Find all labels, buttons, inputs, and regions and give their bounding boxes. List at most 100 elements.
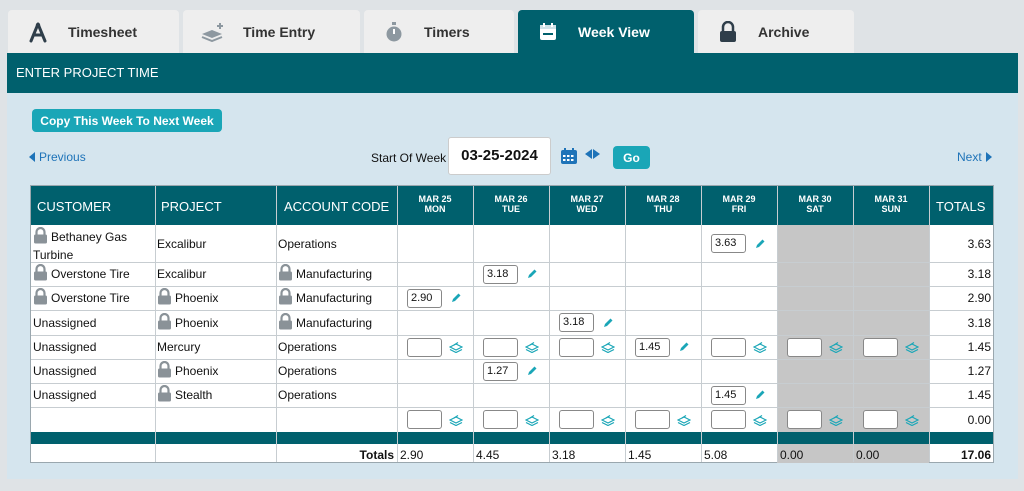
table-row: Unassigned Phoenix Operations 1.27 1.27	[31, 359, 993, 383]
header-day: MAR 30 SAT	[777, 194, 853, 214]
stack-icon[interactable]	[524, 414, 540, 429]
tab-week-view[interactable]: Week View	[518, 10, 694, 53]
grand-total: 17.06	[960, 448, 991, 462]
main-panel: ENTER PROJECT TIME Copy This Week To Nex…	[7, 53, 1018, 479]
stack-icon[interactable]	[448, 414, 464, 429]
week-nav-arrows[interactable]	[585, 149, 600, 159]
project-cell-text: Phoenix	[175, 315, 219, 330]
stack-icon[interactable]	[752, 414, 768, 429]
table-row: Overstone Tire Excalibur Manufacturing 3.18…	[31, 262, 993, 286]
arrow-left-icon[interactable]	[585, 149, 592, 159]
hours-input-empty[interactable]	[787, 338, 822, 357]
pencil-icon[interactable]	[602, 317, 614, 332]
pencil-icon[interactable]	[450, 292, 462, 307]
hours-input[interactable]: 1.45	[711, 386, 746, 405]
project-cell: Excalibur	[157, 225, 275, 262]
hours-input[interactable]: 3.18	[559, 313, 594, 332]
hours-input-empty[interactable]	[863, 410, 898, 429]
start-date-input[interactable]: 03-25-2024	[448, 137, 551, 175]
stack-plus-icon	[183, 22, 243, 42]
header-day-dow: THU	[653, 204, 673, 214]
customer-cell: Unassigned	[33, 335, 153, 359]
hours-input[interactable]: 2.90	[407, 289, 442, 308]
arrow-right-icon[interactable]	[593, 149, 600, 159]
go-button[interactable]: Go	[613, 146, 650, 169]
pencil-icon[interactable]	[678, 341, 690, 356]
tab-label: Week View	[578, 23, 650, 40]
hours-input-empty[interactable]	[711, 338, 746, 357]
tab-archive[interactable]: Archive	[698, 10, 854, 53]
stack-icon[interactable]	[828, 341, 844, 356]
hours-input-empty[interactable]	[407, 338, 442, 357]
project-cell: Phoenix	[157, 359, 275, 383]
customer-cell: Unassigned	[33, 359, 153, 383]
compass-icon	[8, 21, 68, 43]
hours-input-empty[interactable]	[711, 410, 746, 429]
customer-cell-text: Overstone Tire	[51, 291, 130, 305]
hours-input-empty[interactable]	[559, 338, 594, 357]
hours-input-empty[interactable]	[559, 410, 594, 429]
account-cell: Operations	[278, 335, 396, 359]
chevron-left-icon	[29, 152, 35, 162]
totals-label: Totals	[359, 448, 394, 462]
hours-input-empty[interactable]	[787, 410, 822, 429]
hours-input-empty[interactable]	[483, 338, 518, 357]
hours-input-empty[interactable]	[483, 410, 518, 429]
next-link[interactable]: Next	[957, 150, 992, 164]
stack-icon[interactable]	[448, 341, 464, 356]
next-label: Next	[957, 150, 982, 164]
stack-icon[interactable]	[600, 414, 616, 429]
account-cell: Operations	[278, 359, 396, 383]
pencil-icon[interactable]	[526, 268, 538, 283]
stack-icon[interactable]	[524, 341, 540, 356]
calendar-icon[interactable]	[560, 147, 578, 168]
previous-link[interactable]: Previous	[29, 150, 86, 164]
hours-input[interactable]: 1.45	[635, 338, 670, 357]
header-day: MAR 28 THU	[625, 194, 701, 214]
stack-icon[interactable]	[600, 341, 616, 356]
hours-input[interactable]: 1.27	[483, 362, 518, 381]
stack-icon[interactable]	[752, 341, 768, 356]
stack-icon[interactable]	[904, 414, 920, 429]
header-day-date: MAR 25	[418, 194, 452, 204]
lock-icon	[698, 20, 758, 43]
table-row: Unassigned Stealth Operations 1.45 1.45	[31, 383, 993, 407]
header-day-date: MAR 26	[494, 194, 528, 204]
pencil-icon[interactable]	[754, 238, 766, 253]
stack-icon[interactable]	[828, 414, 844, 429]
tab-timesheet[interactable]: Timesheet	[8, 10, 179, 53]
pencil-icon[interactable]	[754, 389, 766, 404]
day-total: 4.45	[476, 448, 500, 462]
account-cell-text: Operations	[278, 236, 337, 251]
stack-icon[interactable]	[676, 414, 692, 429]
day-total: 5.08	[704, 448, 728, 462]
row-total: 3.18	[967, 267, 991, 281]
header-totals: TOTALS	[936, 199, 986, 214]
table-row: Bethaney Gas Turbine Excalibur Operations 3…	[31, 225, 993, 262]
account-cell-text: Operations	[278, 340, 337, 354]
tab-timers[interactable]: Timers	[364, 10, 514, 53]
hours-input-empty[interactable]	[635, 410, 670, 429]
table-row: 0.00	[31, 407, 993, 432]
hours-input-empty[interactable]	[863, 338, 898, 357]
tab-time-entry[interactable]: Time Entry	[183, 10, 360, 53]
header-day: MAR 31 SUN	[853, 194, 929, 214]
hours-input-empty[interactable]	[407, 410, 442, 429]
hours-input[interactable]: 3.63	[711, 234, 746, 253]
project-cell-text: Excalibur	[157, 267, 207, 281]
row-total: 3.63	[967, 237, 991, 251]
customer-cell: Overstone Tire	[33, 286, 153, 310]
lock-icon	[278, 312, 293, 333]
pencil-icon[interactable]	[526, 365, 538, 380]
lock-icon	[278, 287, 293, 308]
stack-icon[interactable]	[904, 341, 920, 356]
header-day-dow: FRI	[731, 204, 747, 214]
customer-cell-text: Unassigned	[33, 340, 97, 354]
header-day-date: MAR 28	[646, 194, 680, 204]
day-total: 1.45	[628, 448, 652, 462]
calendar-icon	[518, 22, 578, 42]
hours-input[interactable]: 3.18	[483, 265, 518, 284]
copy-week-button[interactable]: Copy This Week To Next Week	[32, 109, 222, 132]
account-cell-text: Operations	[278, 388, 337, 402]
project-cell: Excalibur	[157, 262, 275, 286]
